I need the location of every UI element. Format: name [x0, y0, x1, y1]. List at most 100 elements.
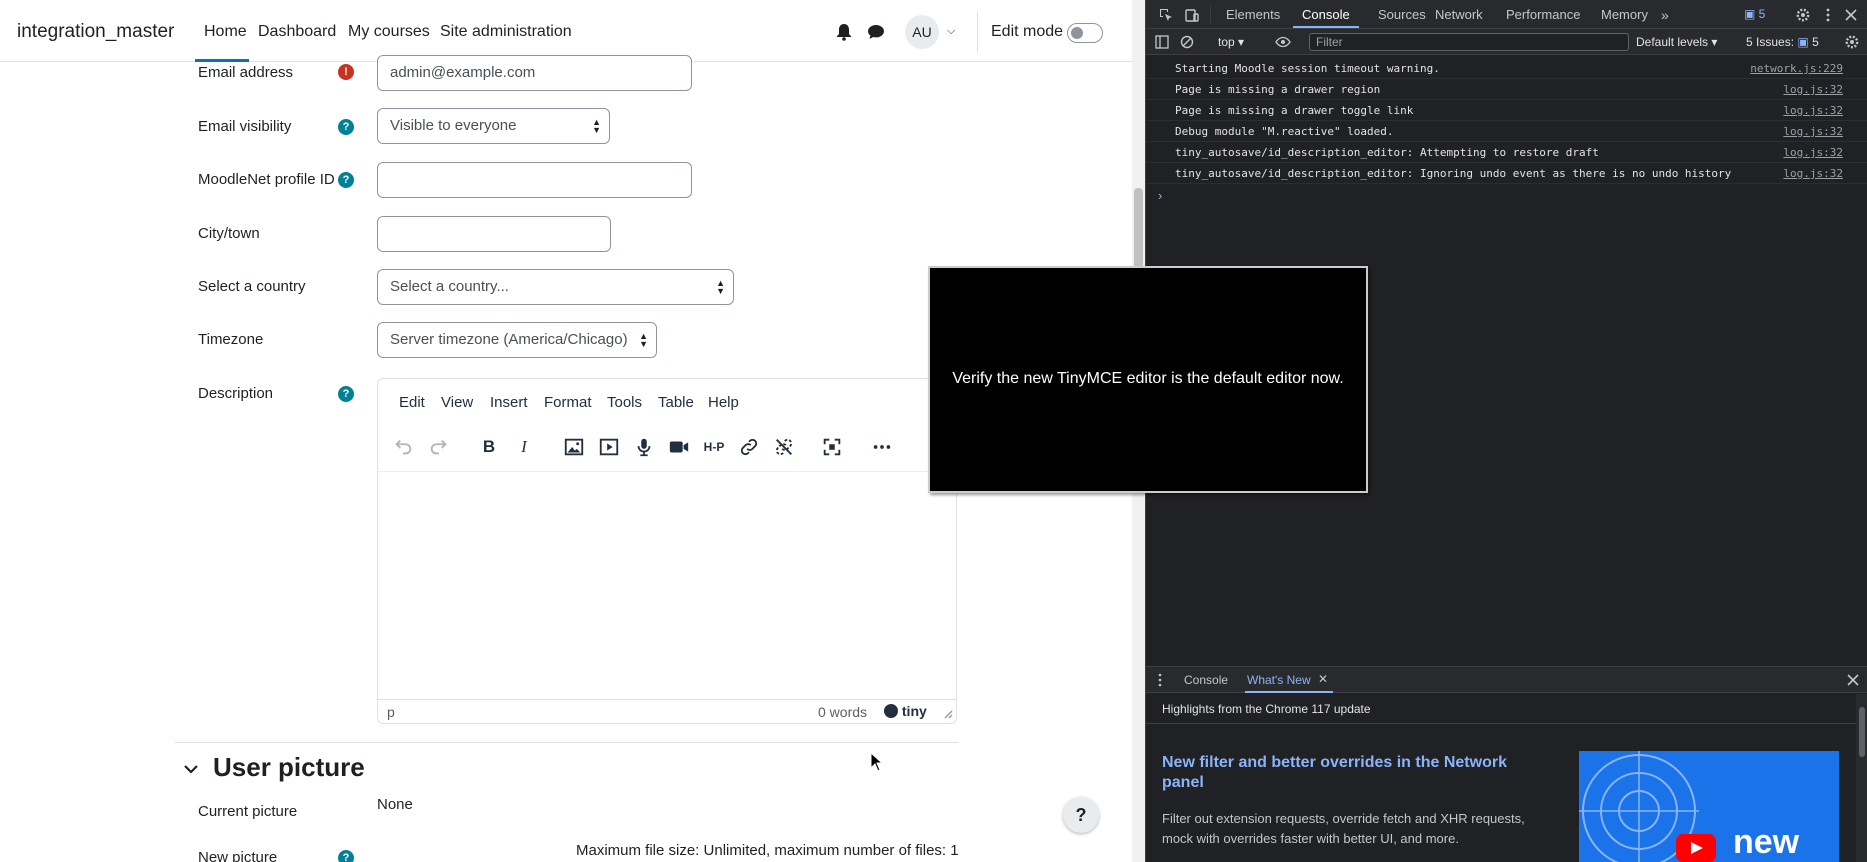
tiny-logo-icon	[884, 704, 898, 718]
editor-word-count[interactable]: 0 words	[818, 704, 867, 720]
editor-element-path[interactable]: p	[387, 704, 395, 720]
help-icon[interactable]: ?	[338, 850, 354, 862]
editor-menu-format[interactable]: Format	[544, 394, 592, 411]
device-toolbar-icon[interactable]	[1184, 7, 1200, 23]
user-menu-chevron-down-icon[interactable]: ⌵	[947, 25, 955, 38]
h5p-icon[interactable]: H-P	[700, 433, 728, 461]
editor-content-area[interactable]	[378, 472, 956, 698]
console-settings-gear-icon[interactable]	[1844, 34, 1860, 50]
tab-sources[interactable]: Sources	[1378, 7, 1426, 22]
description-label: Description	[198, 385, 274, 402]
issues-label: 5 Issues:	[1746, 35, 1795, 49]
sidebar-toggle-icon[interactable]	[1154, 34, 1170, 50]
messages-chat-icon[interactable]	[866, 22, 886, 42]
nav-site-administration[interactable]: Site administration	[440, 23, 572, 41]
more-options-icon[interactable]	[1820, 7, 1836, 23]
notifications-bell-icon[interactable]	[834, 22, 854, 42]
moodlenet-profile-field[interactable]	[377, 162, 692, 198]
tab-console[interactable]: Console	[1302, 7, 1350, 22]
inspect-element-icon[interactable]	[1158, 7, 1174, 23]
link-icon[interactable]	[735, 433, 763, 461]
active-tab-indicator	[1293, 26, 1359, 28]
log-source-link[interactable]: log.js:32	[1783, 125, 1843, 138]
mouse-cursor-icon	[870, 752, 884, 772]
editor-menu-tools[interactable]: Tools	[607, 394, 642, 411]
edit-mode-toggle[interactable]	[1067, 23, 1103, 43]
settings-gear-icon[interactable]	[1795, 7, 1811, 23]
clear-console-icon[interactable]	[1179, 34, 1195, 50]
drawer-tab-console[interactable]: Console	[1184, 673, 1228, 687]
log-message: Page is missing a drawer region	[1175, 83, 1381, 96]
media-icon[interactable]	[595, 433, 623, 461]
nav-dashboard[interactable]: Dashboard	[258, 23, 336, 41]
timezone-select[interactable]: Server timezone (America/Chicago) ▲ ▼	[377, 322, 657, 358]
email-visibility-select[interactable]: Visible to everyone ▲ ▼	[377, 108, 610, 144]
log-source-link[interactable]: network.js:229	[1750, 62, 1843, 75]
section-title-user-picture[interactable]: User picture	[213, 752, 365, 783]
email-field[interactable]: admin@example.com	[377, 55, 692, 91]
tab-network[interactable]: Network	[1435, 7, 1483, 22]
undo-icon[interactable]	[389, 433, 417, 461]
help-floating-button[interactable]: ?	[1063, 797, 1099, 833]
chevron-down-icon[interactable]	[182, 760, 200, 778]
console-filter-input[interactable]: Filter	[1309, 33, 1629, 51]
redo-icon[interactable]	[425, 433, 453, 461]
log-levels-select[interactable]: Default levels ▾	[1636, 35, 1717, 49]
country-label: Select a country	[198, 278, 306, 295]
log-source-link[interactable]: log.js:32	[1783, 146, 1843, 159]
issues-count: 5	[1812, 35, 1819, 49]
email-label: Email address	[198, 64, 294, 81]
country-select[interactable]: Select a country... ▲ ▼	[377, 269, 734, 305]
console-prompt[interactable]: ›	[1158, 188, 1162, 203]
more-tabs-chevron-icon[interactable]: »	[1661, 7, 1669, 23]
log-message: tiny_autosave/id_description_editor: Ign…	[1175, 167, 1732, 180]
editor-menu-insert[interactable]: Insert	[490, 394, 528, 411]
editor-menu-help[interactable]: Help	[708, 394, 739, 411]
image-icon[interactable]	[560, 433, 588, 461]
user-avatar[interactable]: AU	[905, 15, 939, 49]
context-select[interactable]: top ▾	[1218, 35, 1244, 49]
help-icon[interactable]: ?	[338, 172, 354, 188]
drawer-menu-icon[interactable]	[1152, 672, 1168, 688]
whats-new-heading: Highlights from the Chrome 117 update	[1162, 702, 1371, 716]
live-expression-eye-icon[interactable]	[1275, 34, 1291, 50]
email-visibility-label: Email visibility	[198, 118, 292, 135]
editor-menu-table[interactable]: Table	[658, 394, 694, 411]
more-icon[interactable]	[868, 433, 896, 461]
city-field[interactable]	[377, 216, 611, 252]
fullscreen-icon[interactable]	[818, 433, 846, 461]
drawer-tab-whats-new[interactable]: What's New	[1247, 673, 1311, 687]
nav-home[interactable]: Home	[204, 23, 247, 41]
tab-elements[interactable]: Elements	[1226, 7, 1280, 22]
close-devtools-icon[interactable]	[1843, 7, 1859, 23]
tab-memory[interactable]: Memory	[1601, 7, 1648, 22]
help-icon[interactable]: ?	[338, 119, 354, 135]
whats-new-video-thumbnail[interactable]: new	[1579, 751, 1839, 862]
tab-performance[interactable]: Performance	[1506, 7, 1580, 22]
log-source-link[interactable]: log.js:32	[1783, 167, 1843, 180]
whats-new-article-title[interactable]: New filter and better overrides in the N…	[1162, 753, 1542, 793]
country-value: Select a country...	[390, 278, 509, 295]
page-scrollbar-thumb[interactable]	[1134, 188, 1143, 268]
issues-badge[interactable]: ▣ 5	[1744, 7, 1765, 21]
bold-icon[interactable]: B	[475, 433, 503, 461]
editor-menu-view[interactable]: View	[441, 394, 473, 411]
log-source-link[interactable]: log.js:32	[1783, 83, 1843, 96]
select-arrows-icon: ▲ ▼	[639, 331, 648, 349]
log-source-link[interactable]: log.js:32	[1783, 104, 1843, 117]
editor-menu-edit[interactable]: Edit	[399, 394, 425, 411]
unlink-icon[interactable]	[770, 433, 798, 461]
help-icon[interactable]: ?	[338, 386, 354, 402]
record-video-icon[interactable]	[665, 433, 693, 461]
resize-handle-icon[interactable]	[943, 709, 953, 719]
italic-icon[interactable]: I	[510, 433, 538, 461]
issues-count-button[interactable]: 5 Issues: ▣ 5	[1746, 35, 1819, 49]
close-drawer-icon[interactable]	[1845, 672, 1861, 688]
close-tab-icon[interactable]: ✕	[1318, 672, 1328, 686]
site-brand[interactable]: integration_master	[17, 21, 174, 43]
tiny-brand-logo[interactable]: tiny	[884, 703, 927, 719]
drawer-scrollbar-thumb[interactable]	[1859, 707, 1865, 757]
youtube-play-icon[interactable]	[1676, 834, 1716, 862]
record-audio-icon[interactable]	[630, 433, 658, 461]
nav-my-courses[interactable]: My courses	[348, 23, 430, 41]
